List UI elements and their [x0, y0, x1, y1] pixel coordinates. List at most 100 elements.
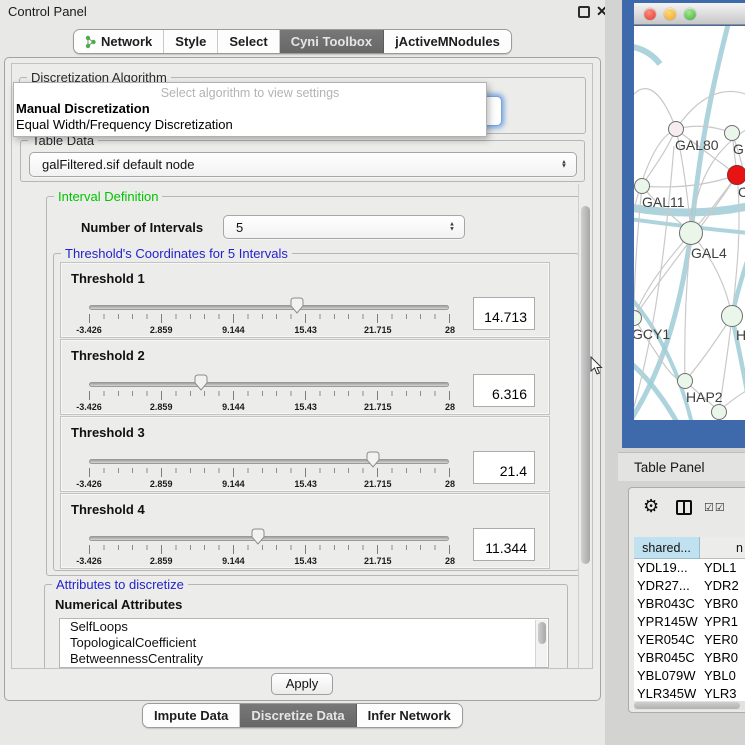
- threshold-4-slider[interactable]: -3.4262.8599.14415.4321.71528: [89, 530, 449, 566]
- threshold-2-label: Threshold 2: [71, 348, 145, 363]
- threshold-4-label: Threshold 4: [71, 502, 145, 517]
- gear-icon[interactable]: ⚙: [643, 496, 659, 517]
- node-attribute-table[interactable]: shared... n YDL19...YDL1 YDR27...YDR2 YB…: [634, 537, 745, 701]
- threshold-3-value-field[interactable]: [473, 451, 535, 484]
- network-node-h[interactable]: [721, 305, 743, 327]
- column-header-name[interactable]: n: [700, 537, 745, 559]
- slider-thumb[interactable]: [251, 528, 266, 545]
- threshold-2-slider[interactable]: -3.4262.8599.14415.4321.71528: [89, 376, 449, 412]
- number-of-intervals-value: 5: [236, 220, 243, 235]
- tab-jactivemnodules[interactable]: jActiveMNodules: [384, 30, 511, 53]
- node-label: GAL11: [642, 194, 685, 210]
- slider-tick-labels: -3.4262.8599.14415.4321.71528: [89, 479, 450, 489]
- slider-track[interactable]: [89, 536, 449, 541]
- control-panel: Control Panel ✕ Network Style Select Cyn…: [0, 0, 605, 745]
- threshold-3-slider[interactable]: -3.4262.8599.14415.4321.71528: [89, 453, 449, 489]
- table-row[interactable]: YER054CYER0: [634, 631, 745, 649]
- column-header-shared-name[interactable]: shared...: [634, 537, 700, 559]
- tab-network-label: Network: [101, 34, 152, 49]
- node-label: H: [736, 327, 745, 343]
- node-label: GAL80: [675, 137, 719, 153]
- table-row[interactable]: YDR27...YDR2: [634, 577, 745, 595]
- slider-thumb[interactable]: [193, 374, 208, 391]
- mouse-cursor: [590, 356, 603, 375]
- threshold-3-label: Threshold 3: [71, 425, 145, 440]
- minimize-traffic-light-icon[interactable]: [664, 8, 676, 20]
- threshold-1-slider[interactable]: -3.4262.8599.14415.4321.71528: [89, 299, 449, 335]
- thresholds-group-title: Threshold's Coordinates for 5 Intervals: [61, 246, 292, 261]
- tab-impute-data[interactable]: Impute Data: [143, 704, 240, 727]
- split-view-icon[interactable]: [676, 500, 692, 515]
- dropdown-option-manual[interactable]: Manual Discretization: [14, 101, 486, 117]
- table-row[interactable]: YPR145WYPR1: [634, 613, 745, 631]
- slider-tick-labels: -3.4262.8599.14415.4321.71528: [89, 556, 450, 566]
- table-row[interactable]: YBL079WYBL0: [634, 667, 745, 685]
- network-node-gal80[interactable]: [668, 121, 684, 137]
- table-data-combobox-value: galFiltered.sif default node: [42, 157, 194, 172]
- slider-thumb[interactable]: [366, 451, 381, 468]
- panel-vertical-scrollbar[interactable]: [578, 184, 591, 668]
- threshold-1-value-field[interactable]: [473, 297, 535, 330]
- tab-jactivemnodules-label: jActiveMNodules: [395, 34, 500, 49]
- network-node-hap2[interactable]: [677, 373, 693, 389]
- apply-button[interactable]: Apply: [271, 673, 333, 695]
- list-item[interactable]: TopologicalCoefficient: [60, 635, 548, 651]
- app-root: Control Panel ✕ Network Style Select Cyn…: [0, 0, 745, 745]
- list-item[interactable]: BetweennessCentrality: [60, 651, 548, 667]
- slider-tick-labels: -3.4262.8599.14415.4321.71528: [89, 402, 450, 412]
- node-label: G.: [733, 141, 745, 157]
- numerical-attributes-list[interactable]: SelfLoops TopologicalCoefficient Between…: [59, 618, 549, 668]
- table-row[interactable]: YBR045CYBR0: [634, 649, 745, 667]
- attributes-list-scrollbar[interactable]: [535, 620, 547, 668]
- tab-network[interactable]: Network: [74, 30, 164, 53]
- threshold-row-2: Threshold 2 -3.4262.8599.14415.4321.7152…: [60, 339, 550, 415]
- table-row[interactable]: YBR043CYBR0: [634, 595, 745, 613]
- tab-infer-network[interactable]: Infer Network: [357, 704, 462, 727]
- top-tab-bar: Network Style Select Cyni Toolbox jActiv…: [73, 29, 512, 54]
- network-node-red[interactable]: [727, 165, 745, 185]
- network-canvas[interactable]: GAL80 G. C GAL11 GAL4 GCY1 H HAP2: [634, 26, 745, 420]
- table-row[interactable]: YDL19...YDL1: [634, 559, 745, 577]
- table-panel: ⚙ ☑☑ shared... n YDL19...YDL1 YDR27...YD…: [628, 487, 745, 713]
- tab-cyni-toolbox-label: Cyni Toolbox: [291, 34, 372, 49]
- tab-style[interactable]: Style: [164, 30, 218, 53]
- tab-cyni-toolbox[interactable]: Cyni Toolbox: [280, 30, 384, 53]
- network-node-gal4[interactable]: [679, 221, 703, 245]
- table-horizontal-scrollbar[interactable]: [634, 701, 745, 710]
- network-view-window: GAL80 G. C GAL11 GAL4 GCY1 H HAP2: [622, 0, 745, 448]
- network-node[interactable]: [724, 125, 740, 141]
- select-columns-icon[interactable]: ☑☑: [704, 501, 726, 514]
- panel-title: Control Panel: [8, 4, 87, 19]
- network-node[interactable]: [711, 404, 727, 420]
- zoom-traffic-light-icon[interactable]: [684, 8, 696, 20]
- node-label: C: [738, 184, 745, 200]
- threshold-1-label: Threshold 1: [71, 271, 145, 286]
- algorithm-dropdown-popup: Select algorithm to view settings Manual…: [13, 82, 487, 137]
- slider-track[interactable]: [89, 305, 449, 310]
- slider-track[interactable]: [89, 459, 449, 464]
- tab-discretize-data[interactable]: Discretize Data: [240, 704, 356, 727]
- tab-select[interactable]: Select: [218, 30, 279, 53]
- close-traffic-light-icon[interactable]: [644, 8, 656, 20]
- dropdown-option-equal-width[interactable]: Equal Width/Frequency Discretization: [14, 117, 486, 133]
- combobox-spinner-icon: ▲▼: [561, 160, 567, 169]
- table-row[interactable]: YLR345WYLR3: [634, 685, 745, 701]
- list-item[interactable]: SelfLoops: [60, 619, 548, 635]
- slider-tick-labels: -3.4262.8599.14415.4321.71528: [89, 325, 450, 335]
- network-window-titlebar[interactable]: [634, 3, 745, 25]
- scrollbar-thumb[interactable]: [634, 702, 740, 709]
- scrollbar-thumb[interactable]: [581, 206, 590, 564]
- table-data-combobox[interactable]: galFiltered.sif default node ▲▼: [29, 152, 577, 177]
- number-of-intervals-combobox[interactable]: 5 ▲▼: [223, 215, 465, 239]
- network-node-gal11[interactable]: [634, 178, 650, 194]
- threshold-2-value-field[interactable]: [473, 374, 535, 407]
- threshold-4-value-field[interactable]: [473, 528, 535, 561]
- node-label: GCY1: [634, 326, 670, 342]
- slider-track[interactable]: [89, 382, 449, 387]
- tab-discretize-data-label: Discretize Data: [251, 708, 344, 723]
- float-panel-icon[interactable]: [578, 6, 590, 18]
- interval-definition-title: Interval Definition: [54, 189, 162, 204]
- control-panel-titlebar: Control Panel ✕: [0, 0, 605, 23]
- table-header-row: shared... n: [634, 537, 745, 559]
- slider-thumb[interactable]: [289, 297, 304, 314]
